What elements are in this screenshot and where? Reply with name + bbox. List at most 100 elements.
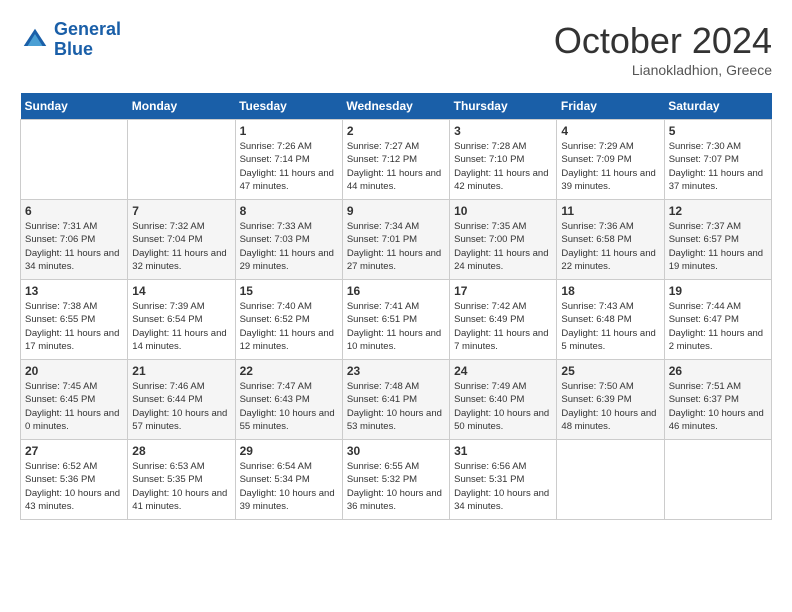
daylight-text: Daylight: 10 hours and 55 minutes. (240, 407, 338, 434)
calendar-cell: 10 Sunrise: 7:35 AM Sunset: 7:00 PM Dayl… (450, 200, 557, 280)
sunrise-text: Sunrise: 6:55 AM (347, 460, 445, 473)
sunset-text: Sunset: 6:55 PM (25, 313, 123, 326)
calendar-cell: 24 Sunrise: 7:49 AM Sunset: 6:40 PM Dayl… (450, 360, 557, 440)
sunrise-text: Sunrise: 7:36 AM (561, 220, 659, 233)
daylight-text: Daylight: 10 hours and 53 minutes. (347, 407, 445, 434)
sunrise-text: Sunrise: 7:28 AM (454, 140, 552, 153)
day-info: Sunrise: 7:37 AM Sunset: 6:57 PM Dayligh… (669, 220, 767, 273)
day-info: Sunrise: 7:32 AM Sunset: 7:04 PM Dayligh… (132, 220, 230, 273)
sunset-text: Sunset: 7:12 PM (347, 153, 445, 166)
logo-line2: Blue (54, 39, 93, 59)
daylight-text: Daylight: 10 hours and 41 minutes. (132, 487, 230, 514)
sunrise-text: Sunrise: 7:39 AM (132, 300, 230, 313)
daylight-text: Daylight: 11 hours and 44 minutes. (347, 167, 445, 194)
day-number: 27 (25, 444, 123, 458)
calendar-cell: 5 Sunrise: 7:30 AM Sunset: 7:07 PM Dayli… (664, 120, 771, 200)
day-number: 26 (669, 364, 767, 378)
sunrise-text: Sunrise: 7:32 AM (132, 220, 230, 233)
location-subtitle: Lianokladhion, Greece (554, 62, 772, 78)
day-number: 3 (454, 124, 552, 138)
day-info: Sunrise: 7:49 AM Sunset: 6:40 PM Dayligh… (454, 380, 552, 433)
daylight-text: Daylight: 11 hours and 32 minutes. (132, 247, 230, 274)
weekday-header: Saturday (664, 93, 771, 120)
sunrise-text: Sunrise: 6:53 AM (132, 460, 230, 473)
daylight-text: Daylight: 11 hours and 42 minutes. (454, 167, 552, 194)
sunset-text: Sunset: 6:58 PM (561, 233, 659, 246)
calendar-cell: 11 Sunrise: 7:36 AM Sunset: 6:58 PM Dayl… (557, 200, 664, 280)
day-info: Sunrise: 7:39 AM Sunset: 6:54 PM Dayligh… (132, 300, 230, 353)
calendar-cell: 30 Sunrise: 6:55 AM Sunset: 5:32 PM Dayl… (342, 440, 449, 520)
day-number: 8 (240, 204, 338, 218)
day-info: Sunrise: 7:47 AM Sunset: 6:43 PM Dayligh… (240, 380, 338, 433)
daylight-text: Daylight: 11 hours and 14 minutes. (132, 327, 230, 354)
day-number: 5 (669, 124, 767, 138)
day-number: 10 (454, 204, 552, 218)
calendar-cell: 18 Sunrise: 7:43 AM Sunset: 6:48 PM Dayl… (557, 280, 664, 360)
daylight-text: Daylight: 10 hours and 57 minutes. (132, 407, 230, 434)
sunset-text: Sunset: 6:44 PM (132, 393, 230, 406)
sunrise-text: Sunrise: 7:47 AM (240, 380, 338, 393)
day-info: Sunrise: 7:46 AM Sunset: 6:44 PM Dayligh… (132, 380, 230, 433)
calendar-cell: 20 Sunrise: 7:45 AM Sunset: 6:45 PM Dayl… (21, 360, 128, 440)
sunrise-text: Sunrise: 7:38 AM (25, 300, 123, 313)
daylight-text: Daylight: 10 hours and 34 minutes. (454, 487, 552, 514)
calendar-week-row: 27 Sunrise: 6:52 AM Sunset: 5:36 PM Dayl… (21, 440, 772, 520)
daylight-text: Daylight: 11 hours and 27 minutes. (347, 247, 445, 274)
day-info: Sunrise: 7:41 AM Sunset: 6:51 PM Dayligh… (347, 300, 445, 353)
day-info: Sunrise: 7:26 AM Sunset: 7:14 PM Dayligh… (240, 140, 338, 193)
weekday-header: Tuesday (235, 93, 342, 120)
day-number: 14 (132, 284, 230, 298)
sunrise-text: Sunrise: 7:51 AM (669, 380, 767, 393)
sunset-text: Sunset: 7:03 PM (240, 233, 338, 246)
day-number: 17 (454, 284, 552, 298)
sunset-text: Sunset: 7:07 PM (669, 153, 767, 166)
day-info: Sunrise: 7:42 AM Sunset: 6:49 PM Dayligh… (454, 300, 552, 353)
sunset-text: Sunset: 7:04 PM (132, 233, 230, 246)
sunrise-text: Sunrise: 7:42 AM (454, 300, 552, 313)
sunset-text: Sunset: 7:09 PM (561, 153, 659, 166)
day-number: 19 (669, 284, 767, 298)
day-info: Sunrise: 6:52 AM Sunset: 5:36 PM Dayligh… (25, 460, 123, 513)
day-info: Sunrise: 6:55 AM Sunset: 5:32 PM Dayligh… (347, 460, 445, 513)
daylight-text: Daylight: 10 hours and 39 minutes. (240, 487, 338, 514)
calendar-cell: 16 Sunrise: 7:41 AM Sunset: 6:51 PM Dayl… (342, 280, 449, 360)
weekday-header: Thursday (450, 93, 557, 120)
day-number: 4 (561, 124, 659, 138)
sunset-text: Sunset: 5:36 PM (25, 473, 123, 486)
sunrise-text: Sunrise: 7:43 AM (561, 300, 659, 313)
sunset-text: Sunset: 6:45 PM (25, 393, 123, 406)
sunset-text: Sunset: 6:49 PM (454, 313, 552, 326)
day-info: Sunrise: 7:34 AM Sunset: 7:01 PM Dayligh… (347, 220, 445, 273)
sunrise-text: Sunrise: 7:41 AM (347, 300, 445, 313)
calendar-cell: 1 Sunrise: 7:26 AM Sunset: 7:14 PM Dayli… (235, 120, 342, 200)
daylight-text: Daylight: 10 hours and 48 minutes. (561, 407, 659, 434)
sunset-text: Sunset: 6:57 PM (669, 233, 767, 246)
day-info: Sunrise: 7:35 AM Sunset: 7:00 PM Dayligh… (454, 220, 552, 273)
day-info: Sunrise: 7:29 AM Sunset: 7:09 PM Dayligh… (561, 140, 659, 193)
sunrise-text: Sunrise: 7:30 AM (669, 140, 767, 153)
day-info: Sunrise: 7:36 AM Sunset: 6:58 PM Dayligh… (561, 220, 659, 273)
day-number: 16 (347, 284, 445, 298)
calendar-cell: 26 Sunrise: 7:51 AM Sunset: 6:37 PM Dayl… (664, 360, 771, 440)
day-number: 25 (561, 364, 659, 378)
daylight-text: Daylight: 11 hours and 7 minutes. (454, 327, 552, 354)
calendar-cell: 9 Sunrise: 7:34 AM Sunset: 7:01 PM Dayli… (342, 200, 449, 280)
sunset-text: Sunset: 6:52 PM (240, 313, 338, 326)
day-number: 6 (25, 204, 123, 218)
logo: General Blue (20, 20, 121, 60)
daylight-text: Daylight: 11 hours and 39 minutes. (561, 167, 659, 194)
sunset-text: Sunset: 6:43 PM (240, 393, 338, 406)
weekday-header: Monday (128, 93, 235, 120)
calendar-cell: 3 Sunrise: 7:28 AM Sunset: 7:10 PM Dayli… (450, 120, 557, 200)
calendar-cell: 2 Sunrise: 7:27 AM Sunset: 7:12 PM Dayli… (342, 120, 449, 200)
day-info: Sunrise: 7:44 AM Sunset: 6:47 PM Dayligh… (669, 300, 767, 353)
calendar-cell: 27 Sunrise: 6:52 AM Sunset: 5:36 PM Dayl… (21, 440, 128, 520)
calendar-cell: 12 Sunrise: 7:37 AM Sunset: 6:57 PM Dayl… (664, 200, 771, 280)
daylight-text: Daylight: 10 hours and 43 minutes. (25, 487, 123, 514)
sunrise-text: Sunrise: 7:50 AM (561, 380, 659, 393)
calendar-cell: 25 Sunrise: 7:50 AM Sunset: 6:39 PM Dayl… (557, 360, 664, 440)
sunset-text: Sunset: 7:00 PM (454, 233, 552, 246)
calendar-cell: 8 Sunrise: 7:33 AM Sunset: 7:03 PM Dayli… (235, 200, 342, 280)
day-number: 7 (132, 204, 230, 218)
calendar-cell: 29 Sunrise: 6:54 AM Sunset: 5:34 PM Dayl… (235, 440, 342, 520)
